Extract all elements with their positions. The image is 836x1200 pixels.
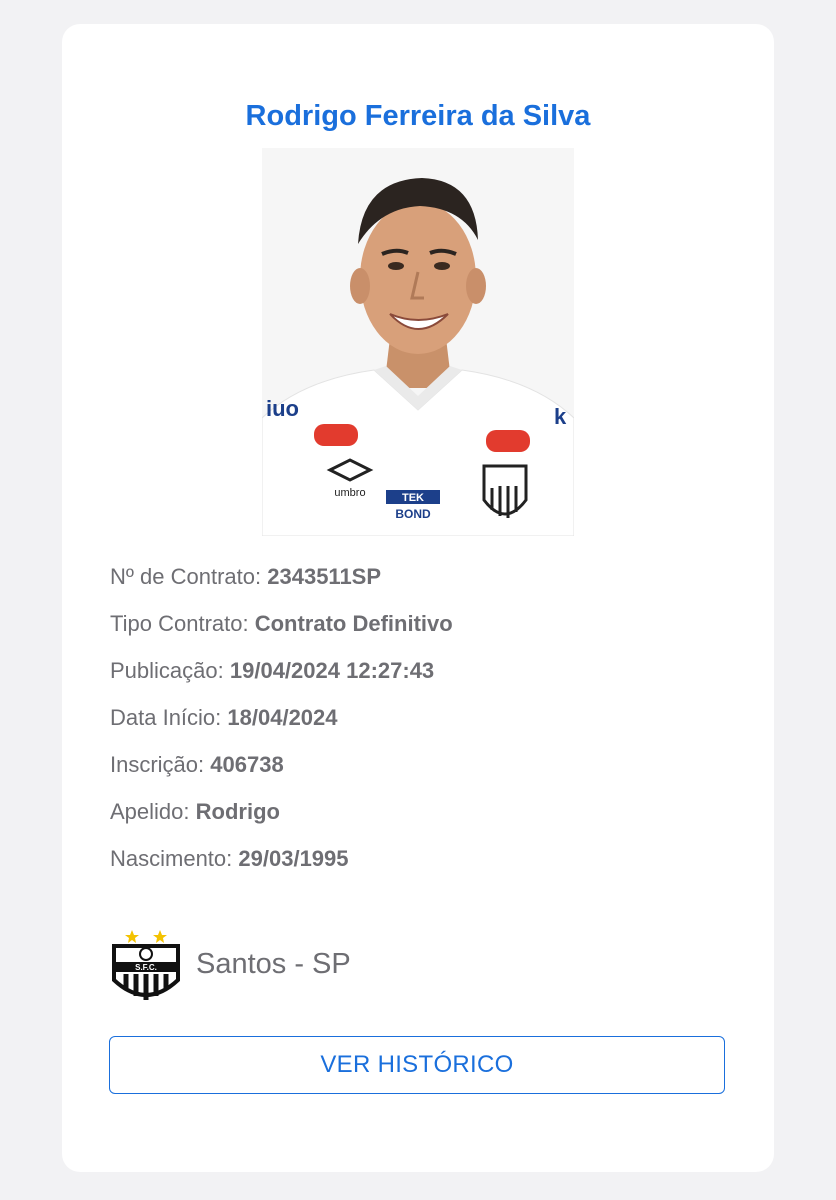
detail-row-birth-date: Nascimento: 29/03/1995 xyxy=(110,844,453,891)
club-info: S.F.C. Santos - SP xyxy=(108,924,351,1004)
view-history-button[interactable]: VER HISTÓRICO xyxy=(109,1036,725,1094)
santos-crest-icon: S.F.C. xyxy=(112,930,180,1000)
player-name: Rodrigo Ferreira da Silva xyxy=(245,100,591,132)
detail-label: Publicação: xyxy=(110,658,224,683)
detail-label: Nº de Contrato: xyxy=(110,564,262,589)
detail-label: Nascimento: xyxy=(110,846,233,871)
detail-value: Rodrigo xyxy=(195,799,280,824)
detail-value: 2343511SP xyxy=(267,564,382,589)
detail-row-contract-type: Tipo Contrato: Contrato Definitivo xyxy=(110,609,453,656)
detail-row-start-date: Data Início: 18/04/2024 xyxy=(110,703,453,750)
svg-text:umbro: umbro xyxy=(334,487,365,499)
detail-row-contract-number: Nº de Contrato: 2343511SP xyxy=(110,562,453,609)
svg-text:TEK: TEK xyxy=(402,492,424,504)
detail-value: 18/04/2024 xyxy=(227,705,338,730)
svg-text:S.F.C.: S.F.C. xyxy=(135,963,157,972)
detail-row-publication: Publicação: 19/04/2024 12:27:43 xyxy=(110,656,453,703)
detail-label: Data Início: xyxy=(110,705,222,730)
detail-value: 29/03/1995 xyxy=(238,846,349,871)
detail-value: 19/04/2024 12:27:43 xyxy=(229,658,435,683)
detail-label: Apelido: xyxy=(110,799,190,824)
svg-text:k: k xyxy=(554,404,567,429)
detail-row-registration: Inscrição: 406738 xyxy=(110,750,453,797)
player-card: Rodrigo Ferreira da Silva umbro TEK BOND… xyxy=(62,24,774,1172)
detail-value: 406738 xyxy=(210,752,284,777)
player-photo: umbro TEK BOND iuo k xyxy=(262,148,574,536)
svg-text:iuo: iuo xyxy=(266,396,299,421)
detail-label: Inscrição: xyxy=(110,752,205,777)
contract-details: Nº de Contrato: 2343511SP Tipo Contrato:… xyxy=(110,562,453,891)
svg-text:BOND: BOND xyxy=(395,507,431,521)
club-name: Santos - SP xyxy=(196,947,351,980)
detail-value: Contrato Definitivo xyxy=(254,611,453,636)
detail-row-nickname: Apelido: Rodrigo xyxy=(110,797,453,844)
detail-label: Tipo Contrato: xyxy=(110,611,249,636)
